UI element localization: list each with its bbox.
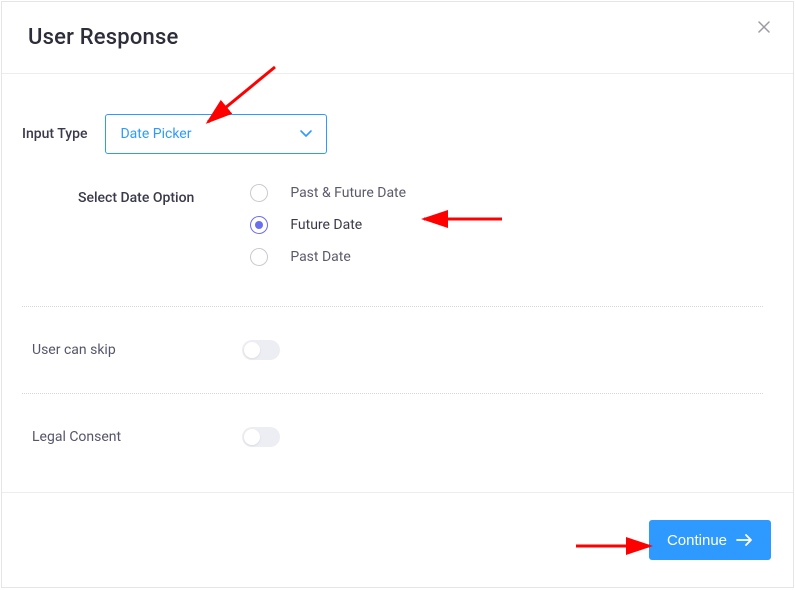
radio-group: Past & Future Date Future Date Past Date (250, 184, 406, 266)
radio-icon (250, 184, 268, 202)
footer: Continue (2, 492, 793, 587)
date-option-row: Select Date Option Past & Future Date Fu… (22, 184, 763, 266)
input-type-select[interactable]: Date Picker (105, 114, 327, 154)
chevron-down-icon (300, 130, 312, 138)
radio-label: Future Date (290, 217, 362, 233)
skip-label: User can skip (32, 342, 132, 358)
arrow-right-icon (737, 534, 753, 546)
radio-future[interactable]: Future Date (250, 216, 406, 234)
legal-toggle[interactable] (242, 427, 280, 447)
input-type-row: Input Type Date Picker (22, 114, 763, 154)
radio-label: Past Date (290, 249, 350, 265)
date-option-label: Select Date Option (78, 190, 194, 206)
input-type-value: Date Picker (120, 126, 191, 142)
header: User Response (2, 2, 793, 74)
radio-icon (250, 216, 268, 234)
modal: User Response Input Type Date Picker Sel… (1, 1, 794, 588)
page-title: User Response (28, 25, 179, 50)
skip-row: User can skip (22, 307, 763, 393)
continue-button[interactable]: Continue (649, 520, 771, 560)
legal-label: Legal Consent (32, 429, 132, 445)
radio-label: Past & Future Date (290, 185, 406, 201)
body: Input Type Date Picker Select Date Optio… (2, 74, 793, 492)
skip-toggle[interactable] (242, 340, 280, 360)
radio-past[interactable]: Past Date (250, 248, 406, 266)
input-type-label: Input Type (22, 126, 87, 142)
legal-row: Legal Consent (22, 394, 763, 480)
continue-label: Continue (667, 532, 727, 549)
radio-past-future[interactable]: Past & Future Date (250, 184, 406, 202)
radio-icon (250, 248, 268, 266)
close-button[interactable] (755, 18, 773, 36)
close-icon (758, 21, 770, 33)
